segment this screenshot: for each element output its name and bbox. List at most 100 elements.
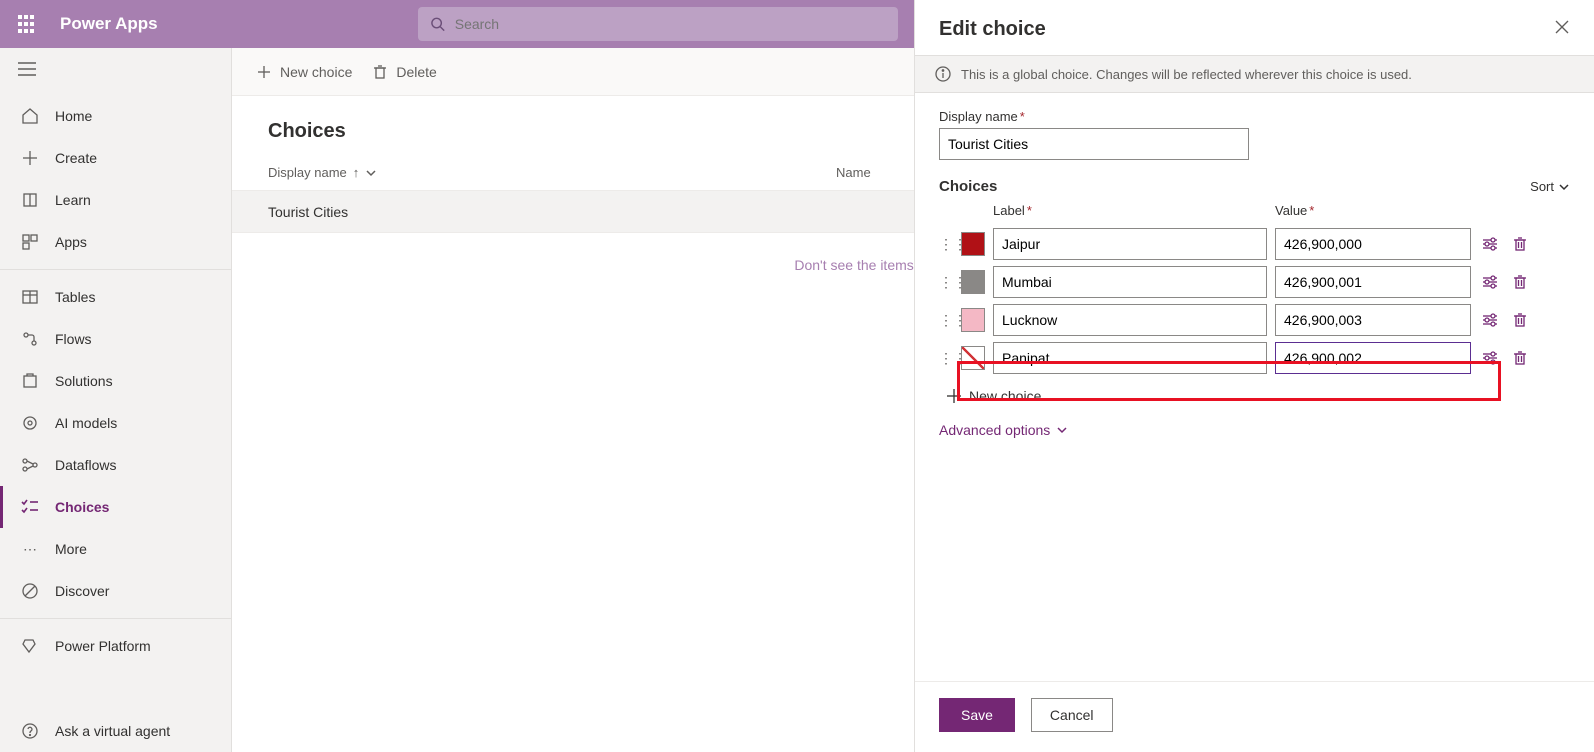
add-choice-button[interactable]: New choice: [947, 388, 1570, 404]
chevron-down-icon: [365, 167, 377, 179]
choices-icon: [21, 498, 39, 516]
col-display-name[interactable]: Display name↑: [268, 165, 828, 180]
color-swatch[interactable]: [961, 346, 985, 370]
color-swatch[interactable]: [961, 308, 985, 332]
choice-value-input[interactable]: [1275, 342, 1471, 374]
sidebar-label: Learn: [55, 192, 91, 208]
close-button[interactable]: [1554, 19, 1570, 40]
sidebar-item-power-platform[interactable]: Power Platform: [0, 625, 231, 667]
delete-row-icon[interactable]: [1509, 233, 1531, 255]
sidebar-label: More: [55, 541, 87, 557]
settings-icon[interactable]: [1479, 347, 1501, 369]
choice-label-input[interactable]: [993, 228, 1267, 260]
brand-title: Power Apps: [60, 14, 158, 34]
choice-value-input[interactable]: [1275, 266, 1471, 298]
sidebar-label: Discover: [55, 583, 109, 599]
settings-icon[interactable]: [1479, 233, 1501, 255]
sidebar-label: Home: [55, 108, 92, 124]
new-choice-button[interactable]: New choice: [256, 64, 352, 80]
sidebar-item-tables[interactable]: Tables: [0, 276, 231, 318]
table-icon: [21, 288, 39, 306]
sidebar-label: AI models: [55, 415, 117, 431]
hamburger-icon[interactable]: [0, 48, 231, 95]
drag-handle-icon[interactable]: ⋮⋮: [939, 278, 953, 286]
choice-row: ⋮⋮: [939, 228, 1570, 260]
sidebar-item-more[interactable]: ⋯ More: [0, 528, 231, 570]
sidebar-item-solutions[interactable]: Solutions: [0, 360, 231, 402]
search-icon: [430, 16, 445, 32]
display-name-input[interactable]: [939, 128, 1249, 160]
help-icon: [21, 722, 39, 740]
cancel-button[interactable]: Cancel: [1031, 698, 1113, 732]
choice-row: ⋮⋮: [939, 266, 1570, 298]
choice-value-input[interactable]: [1275, 228, 1471, 260]
sidebar-item-flows[interactable]: Flows: [0, 318, 231, 360]
delete-button[interactable]: Delete: [372, 64, 436, 80]
ai-icon: [21, 414, 39, 432]
drag-handle-icon[interactable]: ⋮⋮: [939, 240, 953, 248]
sidebar-label: Solutions: [55, 373, 113, 389]
row-display-name: Tourist Cities: [268, 204, 798, 220]
panel-title: Edit choice: [939, 18, 1046, 41]
sidebar-label: Create: [55, 150, 97, 166]
edit-choice-panel: Edit choice This is a global choice. Cha…: [914, 0, 1594, 752]
info-bar: This is a global choice. Changes will be…: [915, 55, 1594, 93]
apps-icon: [21, 233, 39, 251]
sidebar-label: Choices: [55, 499, 109, 515]
info-text: This is a global choice. Changes will be…: [961, 67, 1412, 82]
sidebar-label: Power Platform: [55, 638, 151, 654]
book-icon: [21, 191, 39, 209]
save-button[interactable]: Save: [939, 698, 1015, 732]
sidebar: Home Create Learn Apps Tables Flows Solu…: [0, 48, 232, 752]
choice-label-input[interactable]: [993, 266, 1267, 298]
sidebar-label: Apps: [55, 234, 87, 250]
search-box[interactable]: [418, 7, 898, 41]
solutions-icon: [21, 372, 39, 390]
sidebar-item-ask-agent[interactable]: Ask a virtual agent: [0, 710, 231, 752]
chevron-down-icon: [1558, 181, 1570, 193]
sidebar-label: Ask a virtual agent: [55, 723, 170, 739]
sidebar-label: Tables: [55, 289, 95, 305]
sidebar-item-home[interactable]: Home: [0, 95, 231, 137]
choice-label-input[interactable]: [993, 342, 1267, 374]
settings-icon[interactable]: [1479, 309, 1501, 331]
settings-icon[interactable]: [1479, 271, 1501, 293]
choice-value-input[interactable]: [1275, 304, 1471, 336]
choices-columns: Label* Value*: [939, 199, 1570, 222]
choice-row: ⋮⋮: [939, 342, 1570, 374]
sidebar-item-dataflows[interactable]: Dataflows: [0, 444, 231, 486]
more-icon: ⋯: [21, 540, 39, 558]
delete-row-icon[interactable]: [1509, 309, 1531, 331]
drag-handle-icon[interactable]: ⋮⋮: [939, 316, 953, 324]
choice-label-input[interactable]: [993, 304, 1267, 336]
chevron-down-icon: [1056, 424, 1068, 436]
sort-button[interactable]: Sort: [1530, 179, 1570, 194]
platform-icon: [21, 637, 39, 655]
sidebar-item-learn[interactable]: Learn: [0, 179, 231, 221]
color-swatch[interactable]: [961, 232, 985, 256]
sidebar-item-discover[interactable]: Discover: [0, 570, 231, 612]
drag-handle-icon[interactable]: ⋮⋮: [939, 354, 953, 362]
search-input[interactable]: [455, 16, 886, 32]
sidebar-item-ai-models[interactable]: AI models: [0, 402, 231, 444]
advanced-options-toggle[interactable]: Advanced options: [939, 422, 1570, 438]
color-swatch[interactable]: [961, 270, 985, 294]
compass-icon: [21, 582, 39, 600]
plus-icon: [21, 149, 39, 167]
app-launcher-icon[interactable]: [12, 10, 40, 38]
info-icon: [935, 66, 951, 82]
sidebar-label: Flows: [55, 331, 92, 347]
delete-row-icon[interactable]: [1509, 347, 1531, 369]
choice-row: ⋮⋮: [939, 304, 1570, 336]
sort-asc-icon: ↑: [353, 165, 360, 180]
delete-row-icon[interactable]: [1509, 271, 1531, 293]
dataflows-icon: [21, 456, 39, 474]
home-icon: [21, 107, 39, 125]
sidebar-item-apps[interactable]: Apps: [0, 221, 231, 263]
sidebar-item-create[interactable]: Create: [0, 137, 231, 179]
col-name[interactable]: Name: [836, 165, 871, 180]
sidebar-item-choices[interactable]: Choices: [0, 486, 231, 528]
display-name-label: Display name*: [939, 109, 1570, 124]
sidebar-label: Dataflows: [55, 457, 116, 473]
flow-icon: [21, 330, 39, 348]
